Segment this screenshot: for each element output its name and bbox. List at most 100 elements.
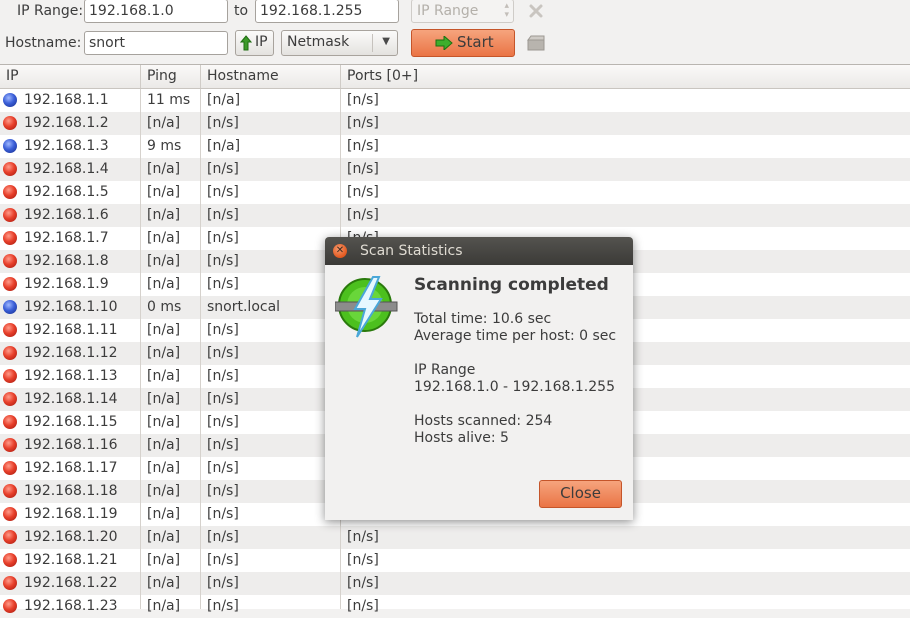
cell-hostname: [n/s] (207, 345, 239, 361)
cell-ip: 192.168.1.13 (24, 368, 118, 384)
cell-hostname: [n/s] (207, 460, 239, 476)
cell-hostname: [n/s] (207, 575, 239, 591)
table-row[interactable]: 192.168.1.2 [n/a] [n/s] [n/s] (0, 112, 910, 135)
table-row[interactable]: 192.168.1.1 11 ms [n/a] [n/s] (0, 89, 910, 112)
cell-ip: 192.168.1.18 (24, 483, 118, 499)
to-label: to (234, 3, 249, 19)
table-row[interactable]: 192.168.1.22 [n/a] [n/s] [n/s] (0, 572, 910, 595)
cell-ip: 192.168.1.17 (24, 460, 118, 476)
scan-statistics-dialog: ✕ Scan Statistics Scanning completed Tot… (325, 237, 633, 520)
cell-hostname: [n/s] (207, 437, 239, 453)
cell-ping: [n/a] (147, 161, 181, 177)
table-row[interactable]: 192.168.1.20 [n/a] [n/s] [n/s] (0, 526, 910, 549)
cell-ports: [n/s] (347, 184, 379, 200)
ip-start-input[interactable]: 192.168.1.0 (84, 0, 228, 23)
cell-ping: [n/a] (147, 322, 181, 338)
table-row[interactable]: 192.168.1.4 [n/a] [n/s] [n/s] (0, 158, 910, 181)
dialog-titlebar: ✕ Scan Statistics (325, 237, 633, 265)
host-dead-icon (3, 116, 17, 130)
cell-hostname: [n/s] (207, 552, 239, 568)
cell-ping: [n/a] (147, 391, 181, 407)
feeder-select-value: IP Range (417, 3, 479, 19)
cell-ping: [n/a] (147, 483, 181, 499)
cell-ports: [n/s] (347, 115, 379, 131)
green-up-arrow-icon (240, 35, 252, 51)
feeder-select: IP Range ▴ ▾ (411, 0, 514, 23)
cell-ping: [n/a] (147, 368, 181, 384)
hosts-scanned-text: Hosts scanned: 254 (414, 413, 553, 429)
host-dead-icon (3, 484, 17, 498)
host-dead-icon (3, 599, 17, 613)
column-header-hostname[interactable]: Hostname (201, 65, 341, 88)
ip-up-button[interactable]: IP (235, 30, 274, 56)
cell-ping: [n/a] (147, 506, 181, 522)
cell-ip: 192.168.1.6 (24, 207, 109, 223)
hosts-alive-text: Hosts alive: 5 (414, 430, 509, 446)
host-dead-icon (3, 369, 17, 383)
cell-ip: 192.168.1.14 (24, 391, 118, 407)
netmask-select[interactable]: Netmask ▼ (281, 30, 398, 56)
host-dead-icon (3, 415, 17, 429)
dialog-body: Scanning completed Total time: 10.6 sec … (414, 275, 624, 447)
cell-hostname: [n/s] (207, 529, 239, 545)
cell-hostname: [n/s] (207, 184, 239, 200)
cell-ip: 192.168.1.21 (24, 552, 118, 568)
host-dead-icon (3, 507, 17, 521)
host-alive-icon (3, 300, 17, 314)
cell-ping: [n/a] (147, 115, 181, 131)
cell-ping: [n/a] (147, 598, 181, 614)
cell-ports: [n/s] (347, 598, 379, 614)
cell-ping: [n/a] (147, 437, 181, 453)
table-row[interactable]: 192.168.1.6 [n/a] [n/s] [n/s] (0, 204, 910, 227)
clapperboard-icon[interactable] (527, 35, 545, 51)
cell-ping: 0 ms (147, 299, 182, 315)
host-dead-icon (3, 576, 17, 590)
cell-ip: 192.168.1.11 (24, 322, 118, 338)
green-right-arrow-icon (435, 36, 453, 50)
host-dead-icon (3, 185, 17, 199)
cell-hostname: [n/s] (207, 230, 239, 246)
start-button[interactable]: Start (411, 29, 515, 57)
cell-hostname: [n/s] (207, 276, 239, 292)
column-header-ip[interactable]: IP (0, 65, 141, 88)
cell-hostname: [n/s] (207, 368, 239, 384)
cell-ports: [n/s] (347, 575, 379, 591)
cell-hostname: [n/a] (207, 138, 241, 154)
host-dead-icon (3, 530, 17, 544)
cell-hostname: [n/s] (207, 115, 239, 131)
column-header-ports[interactable]: Ports [0+] (341, 65, 910, 88)
cell-ip: 192.168.1.3 (24, 138, 109, 154)
cell-hostname: [n/s] (207, 322, 239, 338)
ip-end-input[interactable]: 192.168.1.255 (255, 0, 399, 23)
table-row[interactable]: 192.168.1.23 [n/a] [n/s] [n/s] (0, 595, 910, 618)
cell-ip: 192.168.1.23 (24, 598, 118, 614)
close-icon[interactable]: ✕ (333, 244, 347, 258)
cell-ip: 192.168.1.22 (24, 575, 118, 591)
cell-hostname: [n/s] (207, 253, 239, 269)
column-divider (200, 89, 201, 609)
close-button[interactable]: Close (539, 480, 622, 508)
dialog-heading: Scanning completed (414, 275, 609, 295)
cell-ip: 192.168.1.5 (24, 184, 109, 200)
cell-ip: 192.168.1.1 (24, 92, 109, 108)
cell-ping: [n/a] (147, 253, 181, 269)
chevron-down-icon: ▼ (382, 36, 390, 47)
cell-ping: [n/a] (147, 345, 181, 361)
cell-ping: [n/a] (147, 529, 181, 545)
cell-ip: 192.168.1.7 (24, 230, 109, 246)
cell-ping: [n/a] (147, 207, 181, 223)
hostname-input[interactable]: snort (84, 31, 228, 55)
cell-hostname: [n/s] (207, 207, 239, 223)
column-header-ping[interactable]: Ping (141, 65, 201, 88)
cell-ip: 192.168.1.4 (24, 161, 109, 177)
cell-ip: 192.168.1.9 (24, 276, 109, 292)
table-row[interactable]: 192.168.1.3 9 ms [n/a] [n/s] (0, 135, 910, 158)
cell-hostname: [n/a] (207, 92, 241, 108)
table-row[interactable]: 192.168.1.21 [n/a] [n/s] [n/s] (0, 549, 910, 572)
cell-ip: 192.168.1.15 (24, 414, 118, 430)
host-dead-icon (3, 277, 17, 291)
table-row[interactable]: 192.168.1.5 [n/a] [n/s] [n/s] (0, 181, 910, 204)
host-dead-icon (3, 392, 17, 406)
cell-ping: [n/a] (147, 552, 181, 568)
combo-separator (372, 34, 373, 52)
